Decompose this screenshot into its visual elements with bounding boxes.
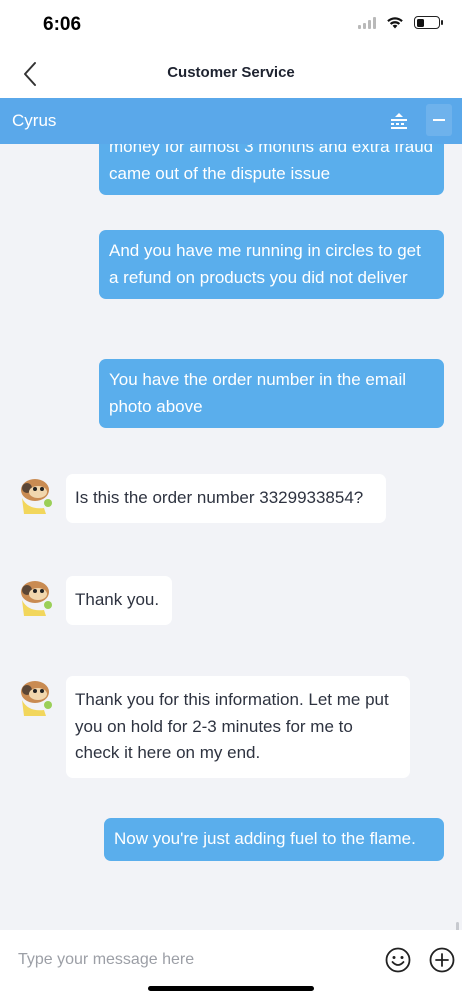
- emoji-icon[interactable]: [384, 946, 412, 974]
- minimize-button[interactable]: [426, 104, 452, 136]
- transfer-button[interactable]: [388, 113, 410, 131]
- message-text: You have the order number in the email p…: [109, 370, 407, 416]
- message-bubble-user: money for almost 3 months and extra frau…: [99, 144, 444, 195]
- message-bubble-agent: Thank you for this information. Let me p…: [66, 676, 410, 778]
- status-bar: 6:06: [0, 0, 462, 50]
- message-bubble-agent: Thank you.: [66, 576, 172, 625]
- agent-avatar-icon: [21, 581, 52, 616]
- agent-avatar-icon: [21, 681, 52, 716]
- agent-name: Cyrus: [12, 111, 57, 130]
- agent-avatar-icon: [21, 479, 52, 514]
- transfer-icon: [391, 113, 407, 129]
- message-bubble-user: You have the order number in the email p…: [99, 359, 444, 428]
- status-icons: [358, 16, 443, 29]
- message-text: Thank you for this information. Let me p…: [75, 690, 389, 762]
- message-text: Now you're just adding fuel to the flame…: [114, 829, 416, 848]
- message-text: Thank you.: [75, 590, 160, 609]
- message-input[interactable]: [18, 948, 358, 972]
- nav-bar: Customer Service: [0, 50, 462, 98]
- message-bubble-user: Now you're just adding fuel to the flame…: [104, 818, 444, 861]
- status-time: 6:06: [43, 14, 82, 35]
- page-title: Customer Service: [167, 64, 295, 81]
- chat-messages[interactable]: money for almost 3 months and extra frau…: [0, 144, 462, 930]
- minimize-icon: [433, 119, 445, 121]
- wifi-icon: [387, 17, 403, 29]
- signal-icon: [358, 16, 376, 29]
- battery-icon: [414, 16, 443, 29]
- message-text: money for almost 3 months and extra frau…: [109, 144, 434, 183]
- message-text: And you have me running in circles to ge…: [109, 241, 421, 287]
- home-indicator: [148, 986, 314, 991]
- message-bubble-agent: Is this the order number 3329933854?: [66, 474, 386, 523]
- message-text: Is this the order number 3329933854?: [75, 488, 364, 507]
- chat-scrollbar[interactable]: [456, 922, 459, 930]
- message-bubble-user: And you have me running in circles to ge…: [99, 230, 444, 299]
- plus-circle-icon[interactable]: [428, 946, 456, 974]
